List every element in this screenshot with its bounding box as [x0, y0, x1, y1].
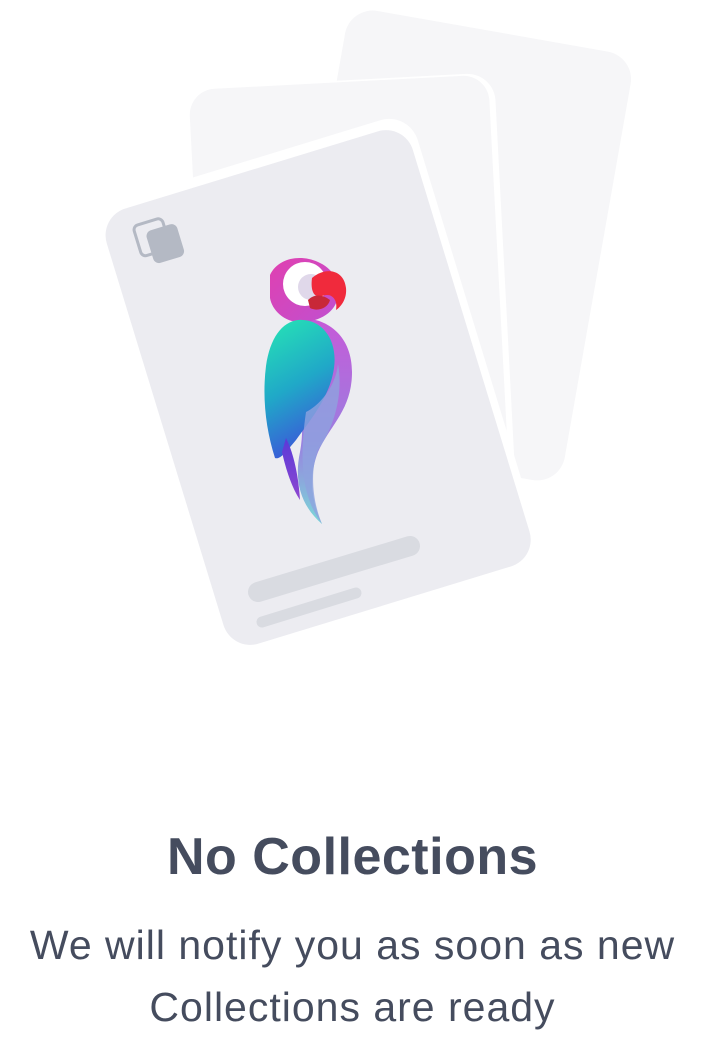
empty-collections-illustration [0, 0, 705, 720]
empty-state-message: We will notify you as soon as new Collec… [0, 914, 705, 1038]
empty-state-message-line-1: We will notify you as soon as new [29, 922, 676, 968]
empty-state-title: No Collections [166, 828, 539, 886]
empty-state-message-line-2: Collections are ready [149, 984, 556, 1030]
